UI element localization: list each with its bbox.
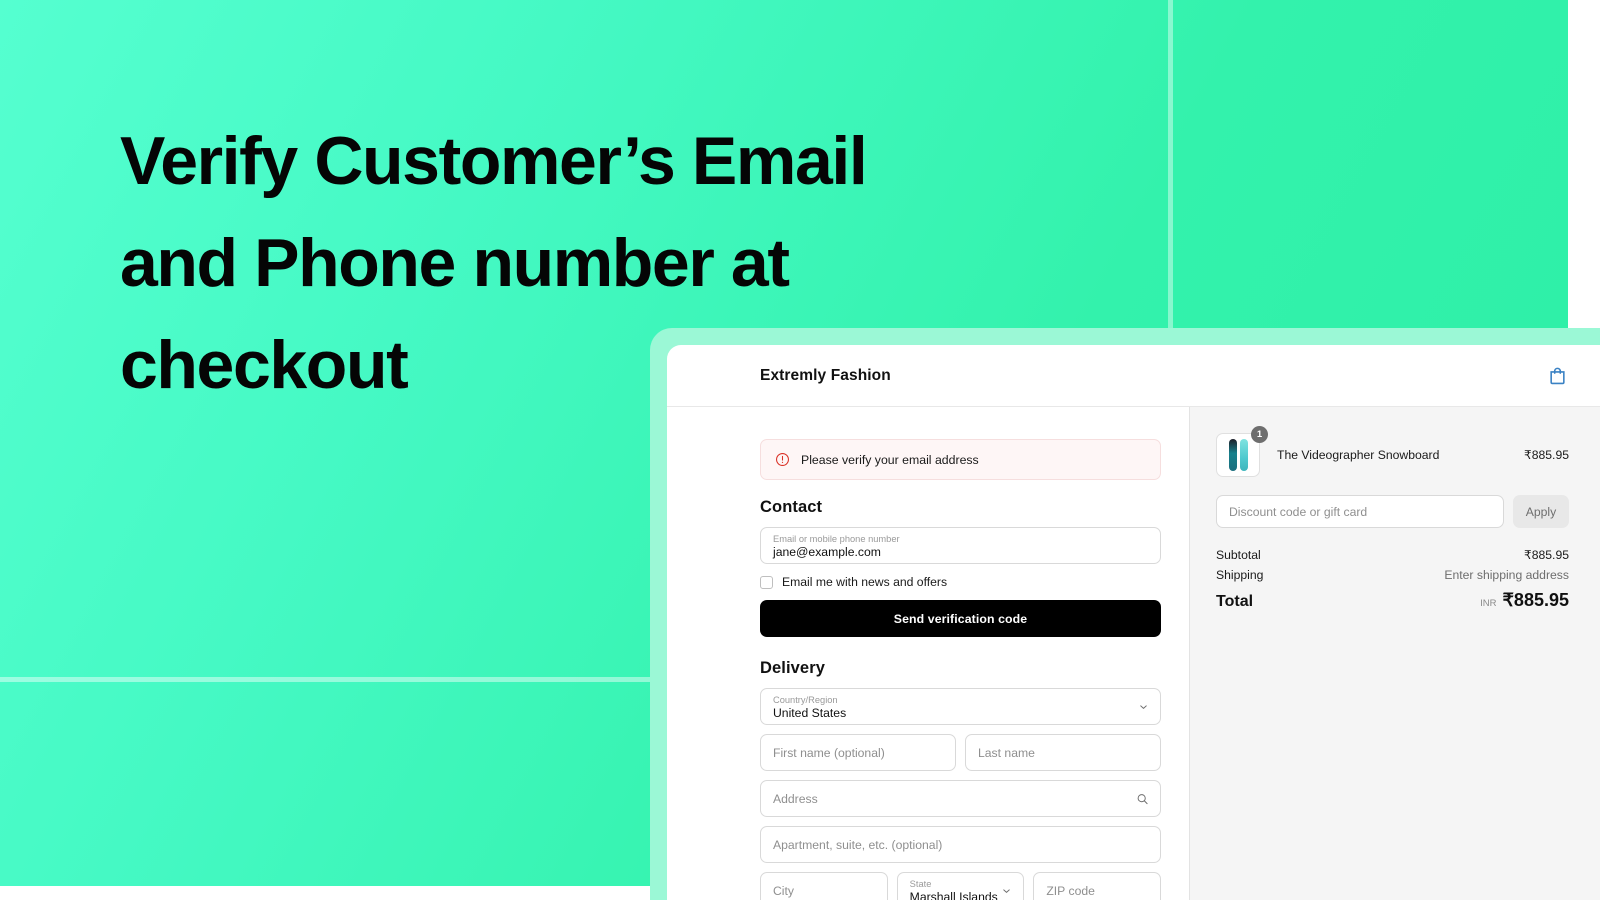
checkout-inner: Extremly Fashion Please verify your emai… bbox=[667, 345, 1600, 900]
country-region-value: United States bbox=[773, 705, 847, 720]
decorative-vertical-line bbox=[1168, 0, 1173, 345]
city-input[interactable]: City bbox=[760, 872, 888, 900]
name-row: First name (optional) Last name bbox=[760, 734, 1161, 771]
apply-discount-button[interactable]: Apply bbox=[1513, 495, 1569, 528]
address-input[interactable]: Address bbox=[760, 780, 1161, 817]
shipping-label: Shipping bbox=[1216, 568, 1264, 582]
email-field[interactable]: Email or mobile phone number jane@exampl… bbox=[760, 527, 1161, 564]
country-region-label: Country/Region bbox=[773, 694, 838, 705]
total-label: Total bbox=[1216, 593, 1254, 610]
chevron-down-icon bbox=[1003, 888, 1011, 893]
zip-code-input[interactable]: ZIP code bbox=[1033, 872, 1162, 900]
store-header: Extremly Fashion bbox=[667, 345, 1600, 407]
checkout-window: Extremly Fashion Please verify your emai… bbox=[650, 328, 1600, 900]
delivery-section-title: Delivery bbox=[760, 659, 826, 677]
checkout-body: Please verify your email address Contact… bbox=[667, 407, 1600, 900]
state-select[interactable]: State Marshall Islands bbox=[896, 872, 1025, 900]
shipping-row: Shipping Enter shipping address bbox=[1216, 568, 1569, 582]
contact-section-title: Contact bbox=[760, 498, 823, 516]
newsletter-checkbox[interactable] bbox=[760, 575, 773, 589]
total-currency: INR bbox=[1480, 598, 1497, 609]
order-summary-column: 1 The Videographer Snowboard ₹885.95 Dis… bbox=[1189, 407, 1600, 900]
checkout-form-column: Please verify your email address Contact… bbox=[667, 407, 1189, 900]
snowboard-shape-dark bbox=[1228, 439, 1237, 471]
alert-message: Please verify your email address bbox=[801, 452, 979, 467]
last-name-placeholder: Last name bbox=[978, 745, 1035, 760]
total-value-wrap: INR ₹885.95 bbox=[1480, 590, 1569, 611]
last-name-input[interactable]: Last name bbox=[965, 734, 1161, 771]
subtotal-row: Subtotal ₹885.95 bbox=[1216, 548, 1569, 562]
shopping-bag-icon bbox=[1549, 367, 1565, 385]
total-amount: ₹885.95 bbox=[1502, 590, 1569, 610]
decorative-horizontal-line bbox=[0, 677, 672, 682]
discount-row: Discount code or gift card Apply bbox=[1216, 495, 1569, 528]
city-placeholder: City bbox=[773, 883, 794, 898]
verify-email-alert: Please verify your email address bbox=[760, 439, 1161, 480]
newsletter-checkbox-label: Email me with news and offers bbox=[782, 575, 948, 589]
state-value: Marshall Islands bbox=[909, 889, 998, 900]
send-verification-code-button[interactable]: Send verification code bbox=[760, 600, 1161, 637]
alert-circle-icon bbox=[776, 453, 789, 466]
discount-code-input[interactable]: Discount code or gift card bbox=[1216, 495, 1504, 528]
zip-code-placeholder: ZIP code bbox=[1046, 883, 1095, 898]
snowboard-shape-teal bbox=[1239, 439, 1248, 471]
line-item-quantity-badge: 1 bbox=[1251, 426, 1268, 443]
first-name-input[interactable]: First name (optional) bbox=[760, 734, 956, 771]
total-row: Total INR ₹885.95 bbox=[1216, 590, 1569, 611]
apartment-input[interactable]: Apartment, suite, etc. (optional) bbox=[760, 826, 1161, 863]
city-state-zip-row: City State Marshall Islands ZIP code bbox=[760, 872, 1162, 900]
cart-button[interactable] bbox=[1545, 364, 1569, 388]
newsletter-checkbox-row[interactable]: Email me with news and offers bbox=[760, 575, 1161, 589]
first-name-placeholder: First name (optional) bbox=[773, 745, 885, 760]
apartment-placeholder: Apartment, suite, etc. (optional) bbox=[773, 837, 943, 852]
chevron-down-icon bbox=[1140, 704, 1147, 709]
state-label: State bbox=[909, 878, 932, 889]
email-field-label: Email or mobile phone number bbox=[773, 533, 900, 544]
line-item-price: ₹885.95 bbox=[1523, 448, 1569, 462]
line-item-thumbnail-wrap: 1 bbox=[1216, 426, 1268, 477]
search-icon bbox=[1137, 793, 1148, 804]
order-line-item: 1 The Videographer Snowboard ₹885.95 bbox=[1216, 426, 1569, 477]
line-item-name: The Videographer Snowboard bbox=[1277, 448, 1440, 462]
address-placeholder: Address bbox=[773, 791, 818, 806]
country-region-select[interactable]: Country/Region United States bbox=[760, 688, 1161, 725]
subtotal-label: Subtotal bbox=[1216, 548, 1261, 562]
email-field-value: jane@example.com bbox=[773, 544, 881, 559]
store-name: Extremly Fashion bbox=[760, 366, 891, 384]
subtotal-value: ₹885.95 bbox=[1523, 548, 1569, 562]
shipping-value: Enter shipping address bbox=[1444, 568, 1569, 582]
